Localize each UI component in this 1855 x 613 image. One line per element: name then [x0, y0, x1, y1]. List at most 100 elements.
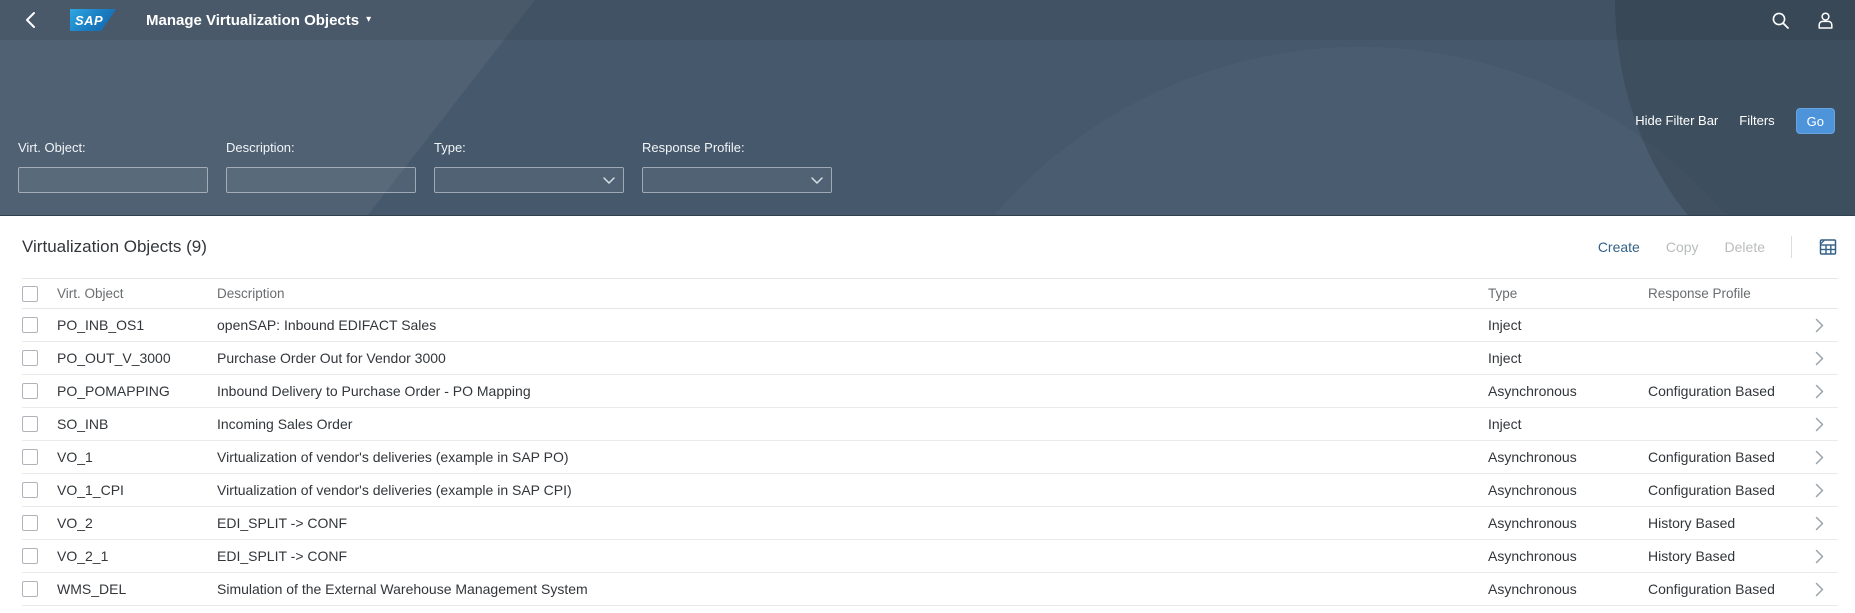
toolbar-divider: [1791, 236, 1792, 258]
row-type: Asynchronous: [1488, 449, 1648, 465]
row-virt-object: PO_POMAPPING: [57, 383, 217, 399]
row-virt-object: VO_2: [57, 515, 217, 531]
filter-field-virt-object: Virt. Object:: [18, 140, 208, 193]
row-checkbox[interactable]: [22, 482, 38, 498]
back-button[interactable]: [18, 6, 42, 34]
sap-logo: SAP: [70, 9, 116, 31]
column-header-response-profile[interactable]: Response Profile: [1648, 286, 1800, 301]
row-type: Asynchronous: [1488, 482, 1648, 498]
row-description: openSAP: Inbound EDIFACT Sales: [217, 317, 1488, 333]
row-checkbox[interactable]: [22, 449, 38, 465]
row-description: EDI_SPLIT -> CONF: [217, 515, 1488, 531]
table-title: Virtualization Objects (9): [22, 237, 207, 257]
row-checkbox[interactable]: [22, 317, 38, 333]
copy-button[interactable]: Copy: [1666, 239, 1699, 255]
filter-bar: Virt. Object: Description: Type: Respons…: [18, 140, 832, 193]
table-row[interactable]: VO_2 EDI_SPLIT -> CONF Asynchronous Hist…: [22, 507, 1838, 540]
column-header-type[interactable]: Type: [1488, 286, 1648, 301]
filter-field-type: Type:: [434, 140, 624, 193]
row-description: Virtualization of vendor's deliveries (e…: [217, 449, 1488, 465]
table-header-row: Virt. Object Description Type Response P…: [22, 278, 1838, 309]
table-settings-button[interactable]: [1818, 237, 1838, 257]
table-row[interactable]: SO_INB Incoming Sales Order Inject: [22, 408, 1838, 441]
row-response-profile: History Based: [1648, 515, 1800, 531]
row-virt-object: SO_INB: [57, 416, 217, 432]
virt-object-input[interactable]: [18, 167, 208, 193]
row-checkbox[interactable]: [22, 350, 38, 366]
description-input[interactable]: [226, 167, 416, 193]
title-dropdown-icon: ▾: [366, 15, 371, 25]
row-type: Inject: [1488, 317, 1648, 333]
row-description: EDI_SPLIT -> CONF: [217, 548, 1488, 564]
virt-object-label: Virt. Object:: [18, 140, 208, 155]
row-type: Asynchronous: [1488, 581, 1648, 597]
chevron-right-icon: [1815, 318, 1824, 333]
page-title: Manage Virtualization Objects: [146, 12, 359, 29]
chevron-right-icon: [1815, 582, 1824, 597]
app-title-menu[interactable]: Manage Virtualization Objects ▾: [146, 12, 371, 29]
row-checkbox[interactable]: [22, 416, 38, 432]
row-response-profile: Configuration Based: [1648, 482, 1800, 498]
chevron-right-icon: [1815, 351, 1824, 366]
row-response-profile: Configuration Based: [1648, 383, 1800, 399]
table-row[interactable]: WMS_DEL Simulation of the External Wareh…: [22, 573, 1838, 606]
table-row[interactable]: PO_OUT_V_3000 Purchase Order Out for Ven…: [22, 342, 1838, 375]
chevron-right-icon: [1815, 483, 1824, 498]
row-virt-object: VO_1_CPI: [57, 482, 217, 498]
response-profile-label: Response Profile:: [642, 140, 832, 155]
chevron-right-icon: [1815, 516, 1824, 531]
chevron-down-icon: [603, 177, 615, 184]
column-header-virt-object[interactable]: Virt. Object: [57, 286, 217, 301]
filters-button[interactable]: Filters: [1739, 108, 1774, 134]
table-row[interactable]: PO_POMAPPING Inbound Delivery to Purchas…: [22, 375, 1838, 408]
filter-field-description: Description:: [226, 140, 416, 193]
row-type: Asynchronous: [1488, 548, 1648, 564]
table-row[interactable]: PO_INB_OS1 openSAP: Inbound EDIFACT Sale…: [22, 309, 1838, 342]
chevron-right-icon: [1815, 549, 1824, 564]
row-response-profile: History Based: [1648, 548, 1800, 564]
type-select[interactable]: [434, 167, 624, 193]
page-header-area: SAP Manage Virtualization Objects ▾: [0, 0, 1855, 216]
filter-field-response-profile: Response Profile:: [642, 140, 832, 193]
shell-bar: SAP Manage Virtualization Objects ▾: [0, 0, 1855, 40]
table-body: PO_INB_OS1 openSAP: Inbound EDIFACT Sale…: [22, 309, 1838, 606]
row-checkbox[interactable]: [22, 548, 38, 564]
row-type: Asynchronous: [1488, 515, 1648, 531]
row-description: Purchase Order Out for Vendor 3000: [217, 350, 1488, 366]
type-label: Type:: [434, 140, 624, 155]
filter-bar-actions: Hide Filter Bar Filters Go: [1635, 108, 1835, 134]
delete-button[interactable]: Delete: [1725, 239, 1765, 255]
profile-button[interactable]: [1816, 11, 1835, 30]
table-row[interactable]: VO_2_1 EDI_SPLIT -> CONF Asynchronous Hi…: [22, 540, 1838, 573]
row-virt-object: PO_INB_OS1: [57, 317, 217, 333]
row-type: Inject: [1488, 350, 1648, 366]
table-row[interactable]: VO_1 Virtualization of vendor's deliveri…: [22, 441, 1838, 474]
create-button[interactable]: Create: [1598, 239, 1640, 255]
row-response-profile: Configuration Based: [1648, 449, 1800, 465]
back-icon: [24, 11, 36, 29]
row-response-profile: Configuration Based: [1648, 581, 1800, 597]
row-description: Virtualization of vendor's deliveries (e…: [217, 482, 1488, 498]
search-button[interactable]: [1771, 11, 1790, 30]
row-virt-object: WMS_DEL: [57, 581, 217, 597]
virtualization-objects-table: Virt. Object Description Type Response P…: [22, 278, 1838, 606]
table-toolbar: Virtualization Objects (9) Create Copy D…: [0, 216, 1855, 278]
row-virt-object: PO_OUT_V_3000: [57, 350, 217, 366]
go-button[interactable]: Go: [1796, 108, 1835, 134]
row-type: Asynchronous: [1488, 383, 1648, 399]
row-checkbox[interactable]: [22, 383, 38, 399]
chevron-right-icon: [1815, 450, 1824, 465]
row-virt-object: VO_1: [57, 449, 217, 465]
row-virt-object: VO_2_1: [57, 548, 217, 564]
chevron-right-icon: [1815, 417, 1824, 432]
hide-filter-bar-button[interactable]: Hide Filter Bar: [1635, 108, 1718, 134]
row-checkbox[interactable]: [22, 515, 38, 531]
select-all-checkbox[interactable]: [22, 286, 38, 302]
table-row[interactable]: VO_1_CPI Virtualization of vendor's deli…: [22, 474, 1838, 507]
sap-logo-text: SAP: [70, 13, 103, 28]
row-checkbox[interactable]: [22, 581, 38, 597]
response-profile-select[interactable]: [642, 167, 832, 193]
column-header-description[interactable]: Description: [217, 286, 1488, 301]
description-label: Description:: [226, 140, 416, 155]
content-area: Virtualization Objects (9) Create Copy D…: [0, 216, 1855, 606]
